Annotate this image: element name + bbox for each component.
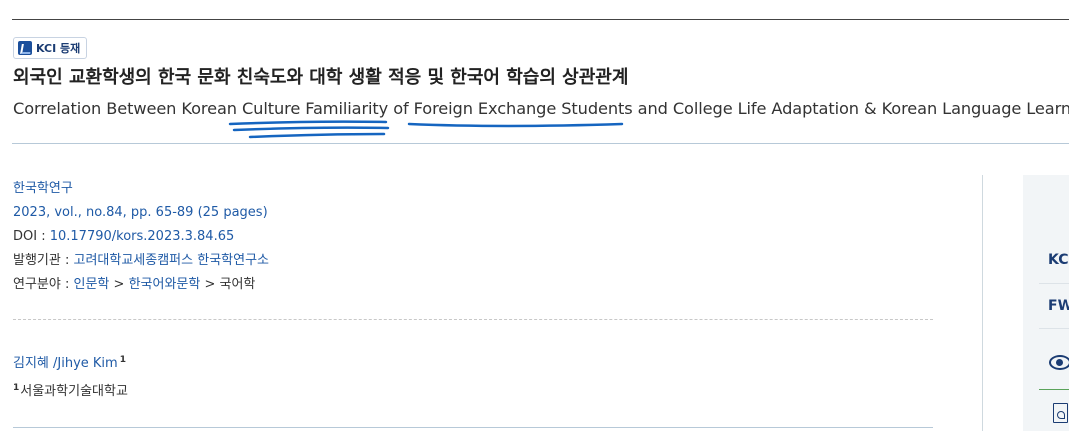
affiliation-marker: 1 — [13, 382, 20, 393]
kci-button[interactable]: KC — [1048, 252, 1069, 268]
publisher-link[interactable]: 고려대학교세종캠퍼스 한국학연구소 — [74, 253, 270, 268]
affiliation-name: 서울과학기술대학교 — [20, 384, 128, 399]
fw-button[interactable]: FW — [1048, 298, 1069, 314]
kci-badge-label: KCI 등재 — [36, 42, 81, 55]
doi-link[interactable]: 10.17790/kors.2023.3.84.65 — [50, 229, 235, 244]
meta-divider — [13, 319, 933, 320]
content-sidebar-divider — [982, 175, 983, 431]
right-sidebar: KC FW — [1023, 175, 1069, 431]
article-meta: 한국학연구 2023, vol., no.84, pp. 65-89 (25 p… — [13, 177, 269, 297]
field-link-korean-literature[interactable]: 한국어와문학 — [129, 277, 201, 292]
sidebar-separator — [1039, 283, 1069, 284]
sidebar-active-separator — [1039, 389, 1069, 390]
publisher-label: 발행기관 : — [13, 253, 74, 268]
field-label: 연구분야 : — [13, 277, 74, 292]
field-korean-linguistics: 국어학 — [219, 277, 256, 292]
field-separator: > — [109, 277, 129, 292]
article-title-korean: 외국인 교환학생의 한국 문화 친숙도와 대학 생활 적응 및 한국어 학습의 … — [13, 67, 629, 88]
article-title-english: Correlation Between Korean Culture Famil… — [13, 99, 1069, 118]
title-divider — [12, 143, 1069, 144]
author-link[interactable]: 김지혜 /Jihye Kim — [13, 356, 118, 371]
sidebar-separator — [1039, 328, 1069, 329]
doi-label: DOI : — [13, 229, 50, 244]
pdf-icon[interactable] — [1053, 403, 1068, 423]
author-divider — [13, 427, 933, 428]
journal-link[interactable]: 한국학연구 — [13, 181, 73, 196]
issue-link[interactable]: 2023, vol., no.84, pp. 65-89 (25 pages) — [13, 205, 268, 220]
kci-logo-icon — [18, 41, 32, 55]
top-divider — [12, 19, 1069, 20]
kci-badge: KCI 등재 — [13, 37, 88, 59]
field-separator: > — [200, 277, 220, 292]
affiliation: 1서울과학기술대학교 — [13, 380, 128, 399]
field-link-humanities[interactable]: 인문학 — [74, 277, 110, 292]
author: 김지혜 /Jihye Kim 1 — [13, 352, 126, 371]
eye-icon[interactable] — [1049, 355, 1069, 370]
author-affiliation-marker: 1 — [119, 354, 126, 365]
